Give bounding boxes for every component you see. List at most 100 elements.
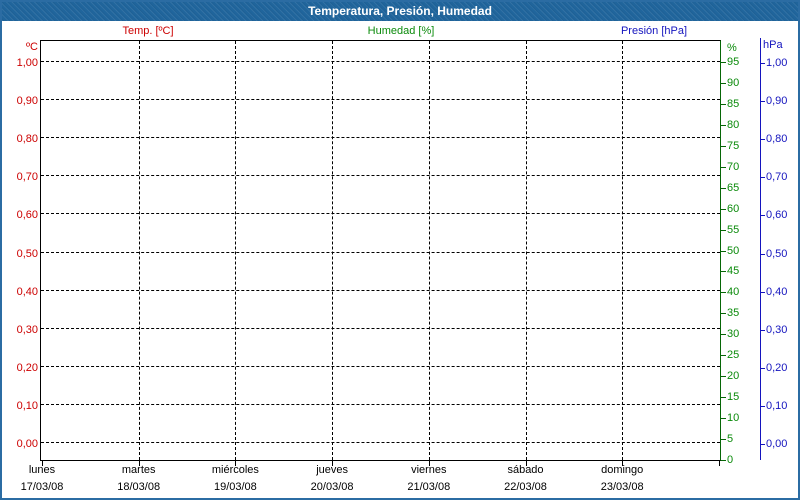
day-name-label: martes: [91, 464, 187, 477]
humidity-axis-tick-label: 80: [727, 119, 739, 131]
day-date-label: 20/03/08: [284, 481, 380, 494]
humidity-axis-tick: [721, 125, 726, 126]
pressure-axis-tick-label: 0,10: [766, 400, 787, 412]
humidity-axis-tick-label: 70: [727, 161, 739, 173]
humidity-axis-tick: [721, 376, 726, 377]
temperature-axis-tick-label: 0,00: [2, 438, 38, 450]
humidity-axis-tick-label: 30: [727, 328, 739, 340]
humidity-axis-tick: [721, 104, 726, 105]
pressure-axis-tick: [760, 406, 765, 407]
h-gridline: [41, 442, 720, 443]
v-gridline: [429, 41, 430, 460]
day-name-label: jueves: [284, 464, 380, 477]
humidity-axis-tick-label: 15: [727, 391, 739, 403]
humidity-axis-tick: [721, 167, 726, 168]
day-date-label: 21/03/08: [381, 481, 477, 494]
temperature-axis-tick-label: 0,90: [2, 95, 38, 107]
humidity-axis-tick-label: 85: [727, 98, 739, 110]
date-axis-tick: [719, 461, 720, 466]
window-title: Temperatura, Presión, Humedad: [308, 4, 492, 18]
pressure-axis-unit-label: hPa: [763, 39, 783, 52]
day-date-label: 18/03/08: [91, 481, 187, 494]
humidity-axis-tick-label: 40: [727, 286, 739, 298]
humidity-axis-tick-label: 90: [727, 77, 739, 89]
temperature-axis-tick-label: 0,60: [2, 209, 38, 221]
h-gridline: [41, 213, 720, 214]
pressure-axis-tick: [760, 101, 765, 102]
pressure-axis-tick: [760, 139, 765, 140]
h-gridline: [41, 290, 720, 291]
h-gridline: [41, 99, 720, 100]
v-gridline: [332, 41, 333, 460]
humidity-axis-unit-label: %: [727, 42, 737, 55]
humidity-axis-tick-label: 20: [727, 370, 739, 382]
temperature-axis-tick-label: 0,40: [2, 286, 38, 298]
temperature-axis-tick-label: 0,10: [2, 400, 38, 412]
humidity-axis-tick: [721, 418, 726, 419]
pressure-axis-tick-label: 0,30: [766, 324, 787, 336]
day-date-label: 23/03/08: [574, 481, 670, 494]
legend-pressure-label: Presión [hPa]: [584, 24, 724, 38]
v-gridline: [235, 41, 236, 460]
plot-area: [40, 40, 721, 461]
humidity-axis-tick-label: 55: [727, 224, 739, 236]
humidity-axis-tick-label: 10: [727, 412, 739, 424]
pressure-axis-tick: [760, 63, 765, 64]
humidity-axis-tick: [721, 460, 726, 461]
humidity-axis-tick-label: 95: [727, 56, 739, 68]
temperature-axis-tick-label: 0,80: [2, 133, 38, 145]
temperature-axis-tick-label: 0,30: [2, 324, 38, 336]
humidity-axis-tick: [721, 209, 726, 210]
humidity-axis-tick-label: 50: [727, 245, 739, 257]
humidity-axis-tick: [721, 355, 726, 356]
pressure-axis-tick-label: 0,00: [766, 438, 787, 450]
left-axis-unit-label: ºC: [2, 41, 38, 54]
h-gridline: [41, 61, 720, 62]
humidity-axis-tick-label: 5: [727, 433, 733, 445]
humidity-axis-tick: [721, 251, 726, 252]
pressure-axis-tick-label: 0,40: [766, 286, 787, 298]
legend-humidity-label: Humedad [%]: [331, 24, 471, 38]
h-gridline: [41, 404, 720, 405]
humidity-axis-tick: [721, 292, 726, 293]
day-date-label: 22/03/08: [478, 481, 574, 494]
humidity-axis-tick: [721, 230, 726, 231]
temperature-axis-tick-label: 0,20: [2, 362, 38, 374]
day-name-label: sábado: [478, 464, 574, 477]
pressure-axis-tick-label: 0,80: [766, 133, 787, 145]
pressure-axis-tick-label: 0,70: [766, 171, 787, 183]
pressure-axis-tick: [760, 254, 765, 255]
v-gridline: [622, 41, 623, 460]
day-date-label: 19/03/08: [187, 481, 283, 494]
day-name-label: lunes: [0, 464, 90, 477]
humidity-axis-tick-label: 25: [727, 349, 739, 361]
pressure-axis-tick-label: 0,20: [766, 362, 787, 374]
day-name-label: viernes: [381, 464, 477, 477]
temperature-axis-tick-label: 1,00: [2, 57, 38, 69]
humidity-axis-tick-label: 35: [727, 307, 739, 319]
humidity-axis-tick: [721, 334, 726, 335]
humidity-axis-tick: [721, 188, 726, 189]
humidity-axis-tick: [721, 313, 726, 314]
pressure-axis-tick: [760, 215, 765, 216]
humidity-axis-tick-label: 0: [727, 454, 733, 466]
humidity-axis-tick: [721, 397, 726, 398]
v-gridline: [526, 41, 527, 460]
pressure-axis-tick: [760, 330, 765, 331]
temperature-axis-tick-label: 0,50: [2, 248, 38, 260]
day-date-label: 17/03/08: [0, 481, 90, 494]
humidity-axis-tick-label: 65: [727, 182, 739, 194]
humidity-axis-tick-label: 75: [727, 140, 739, 152]
pressure-axis-tick-label: 1,00: [766, 57, 787, 69]
h-gridline: [41, 252, 720, 253]
weather-chart-window: Temperatura, Presión, Humedad Temp. [ºC]…: [0, 0, 800, 500]
pressure-axis-tick-label: 0,90: [766, 95, 787, 107]
legend-temperature-label: Temp. [ºC]: [78, 24, 218, 38]
day-name-label: miércoles: [187, 464, 283, 477]
humidity-axis-tick: [721, 271, 726, 272]
humidity-axis-tick: [721, 439, 726, 440]
h-gridline: [41, 137, 720, 138]
humidity-axis-tick: [721, 146, 726, 147]
h-gridline: [41, 175, 720, 176]
pressure-axis-tick: [760, 177, 765, 178]
